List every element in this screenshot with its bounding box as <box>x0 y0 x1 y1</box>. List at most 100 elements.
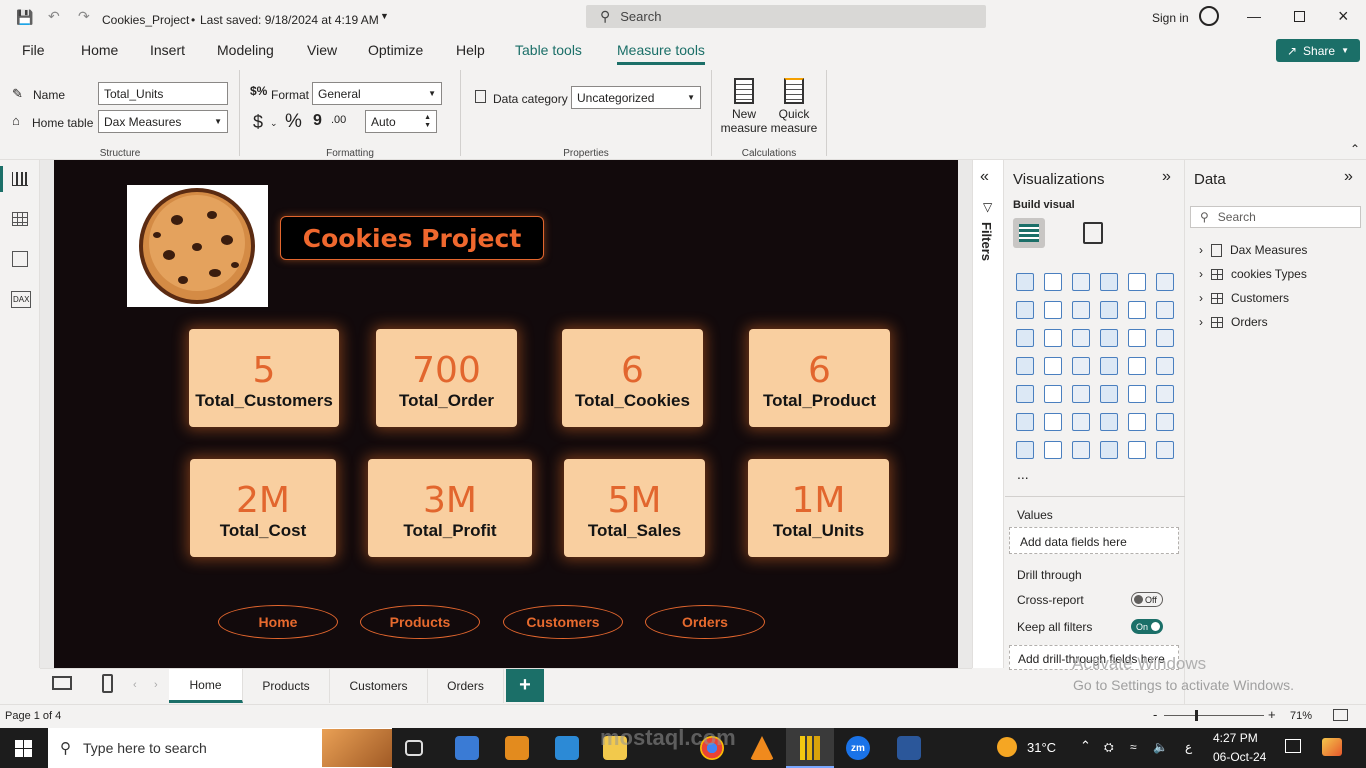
data-category-select[interactable]: Uncategorized ▼ <box>571 86 701 109</box>
table-cookies-types[interactable]: › cookies Types <box>1199 267 1307 281</box>
pie-visual-icon[interactable] <box>1128 329 1146 347</box>
copilot-icon[interactable] <box>1322 738 1342 756</box>
table-view-icon[interactable] <box>12 212 28 226</box>
key-influencers-visual-icon[interactable] <box>1044 413 1062 431</box>
card-total-customers[interactable]: 5 Total_Customers <box>189 329 339 427</box>
power-automate-visual-icon[interactable] <box>1072 441 1090 459</box>
build-visual-tab[interactable] <box>1013 218 1045 248</box>
maximize-icon[interactable] <box>1294 11 1305 22</box>
windows-start-icon[interactable] <box>15 740 32 757</box>
card-total-order[interactable]: 700 Total_Order <box>376 329 517 427</box>
weather-temp[interactable]: 31°C <box>1027 740 1056 755</box>
tab-measure-tools[interactable]: Measure tools <box>617 42 705 65</box>
power-bi-taskbar-button[interactable] <box>786 728 834 768</box>
report-view-icon[interactable] <box>12 172 28 186</box>
card-total-profit[interactable]: 3M Total_Profit <box>368 459 532 557</box>
slicer-visual-icon[interactable] <box>1072 385 1090 403</box>
chevron-down-icon[interactable]: ⌄ <box>270 118 278 129</box>
page-tab-home[interactable]: Home <box>169 669 243 703</box>
percent-button[interactable]: % <box>285 111 302 133</box>
area-visual-icon[interactable] <box>1044 301 1062 319</box>
desktop-layout-icon[interactable] <box>52 676 72 690</box>
waterfall-visual-icon[interactable] <box>1044 329 1062 347</box>
scroll-left-icon[interactable]: ‹ <box>133 679 137 691</box>
line-visual-icon[interactable] <box>1016 301 1034 319</box>
nav-button-orders[interactable]: Orders <box>645 605 765 639</box>
comma-button[interactable]: 9 <box>313 112 322 130</box>
multi-row-card-visual-icon[interactable] <box>1016 385 1034 403</box>
mobile-layout-icon[interactable] <box>102 674 113 693</box>
sign-in-link[interactable]: Sign in <box>1152 11 1189 25</box>
zoom-slider-thumb[interactable] <box>1195 710 1198 721</box>
table-dax-measures[interactable]: › Dax Measures <box>1199 243 1307 257</box>
tab-file[interactable]: File <box>22 42 45 58</box>
chevron-down-icon[interactable]: ▼ <box>380 11 389 21</box>
stacked-bar-visual-icon[interactable] <box>1016 273 1034 291</box>
table-visual-icon[interactable] <box>1100 385 1118 403</box>
filled-map-visual-icon[interactable] <box>1072 357 1090 375</box>
quick-measure-button[interactable]: Quick measure <box>770 74 818 144</box>
donut-visual-icon[interactable] <box>1156 329 1174 347</box>
values-drop-zone[interactable]: Add data fields here <box>1009 527 1179 554</box>
scatter-visual-icon[interactable] <box>1100 329 1118 347</box>
tab-optimize[interactable]: Optimize <box>368 42 423 58</box>
100-column-visual-icon[interactable] <box>1156 273 1174 291</box>
account-icon[interactable] <box>1199 6 1219 26</box>
kpi-visual-icon[interactable] <box>1044 385 1062 403</box>
qna-visual-icon[interactable] <box>1100 413 1118 431</box>
keep-all-filters-toggle[interactable]: On <box>1131 619 1163 634</box>
100-bar-visual-icon[interactable] <box>1128 273 1146 291</box>
task-view-icon[interactable] <box>405 740 423 756</box>
ribbon-visual-icon[interactable] <box>1016 329 1034 347</box>
name-field[interactable]: Total_Units <box>98 82 228 105</box>
treemap-visual-icon[interactable] <box>1016 357 1034 375</box>
tools-app-icon[interactable] <box>505 736 529 760</box>
tab-home[interactable]: Home <box>81 42 118 58</box>
home-table-select[interactable]: Dax Measures ▼ <box>98 110 228 133</box>
word-icon[interactable] <box>897 736 921 760</box>
custom-3-visual-icon[interactable] <box>1156 441 1174 459</box>
page-tab-customers[interactable]: Customers <box>330 669 428 703</box>
power-apps-visual-icon[interactable] <box>1044 441 1062 459</box>
card-total-sales[interactable]: 5M Total_Sales <box>564 459 705 557</box>
map-visual-icon[interactable] <box>1044 357 1062 375</box>
dax-query-view-icon[interactable]: DAX <box>11 291 32 308</box>
custom-2-visual-icon[interactable] <box>1128 441 1146 459</box>
save-icon[interactable]: 💾 <box>16 9 33 26</box>
currency-button[interactable]: $ <box>253 112 263 133</box>
collapse-ribbon-icon[interactable]: ⌃ <box>1350 142 1360 156</box>
clock-date[interactable]: 06-Oct-24 <box>1213 750 1266 764</box>
cross-report-toggle[interactable]: Off <box>1131 592 1163 607</box>
nav-button-customers[interactable]: Customers <box>503 605 623 639</box>
zoom-in-button[interactable]: + <box>1268 707 1276 722</box>
notifications-icon[interactable] <box>1285 739 1301 753</box>
scroll-right-icon[interactable]: › <box>154 679 158 691</box>
card-total-cost[interactable]: 2M Total_Cost <box>190 459 336 557</box>
more-visuals-icon[interactable]: ... <box>1017 466 1029 482</box>
azure-map-visual-icon[interactable] <box>1100 357 1118 375</box>
saved-status[interactable]: Last saved: 9/18/2024 at 4:19 AM <box>200 13 379 27</box>
stepper-arrows-icon[interactable]: ▲ ▼ <box>424 114 431 130</box>
laptop-app-icon[interactable] <box>555 736 579 760</box>
show-hidden-icons[interactable]: ⌃ <box>1080 738 1091 754</box>
matrix-visual-icon[interactable] <box>1128 385 1146 403</box>
line-column-visual-icon[interactable] <box>1128 301 1146 319</box>
volume-icon[interactable]: 🔈 <box>1153 740 1168 754</box>
add-page-button[interactable]: + <box>506 669 544 702</box>
stacked-area-visual-icon[interactable] <box>1072 301 1090 319</box>
tab-help[interactable]: Help <box>456 42 485 58</box>
metrics-visual-icon[interactable] <box>1156 413 1174 431</box>
decimal-button[interactable]: .00 <box>331 114 346 126</box>
weather-icon[interactable] <box>997 737 1017 757</box>
model-view-icon[interactable] <box>12 251 28 267</box>
clock-time[interactable]: 4:27 PM <box>1213 731 1258 745</box>
filters-label[interactable]: Filters <box>979 222 994 261</box>
card-total-units[interactable]: 1M Total_Units <box>748 459 889 557</box>
table-customers[interactable]: › Customers <box>1199 291 1289 305</box>
card-total-product[interactable]: 6 Total_Product <box>749 329 890 427</box>
collapse-visualizations-icon[interactable]: » <box>1162 168 1171 186</box>
collapse-data-icon[interactable]: » <box>1344 168 1353 186</box>
nav-button-products[interactable]: Products <box>360 605 480 639</box>
paginated-visual-icon[interactable] <box>1016 441 1034 459</box>
tab-insert[interactable]: Insert <box>150 42 185 58</box>
